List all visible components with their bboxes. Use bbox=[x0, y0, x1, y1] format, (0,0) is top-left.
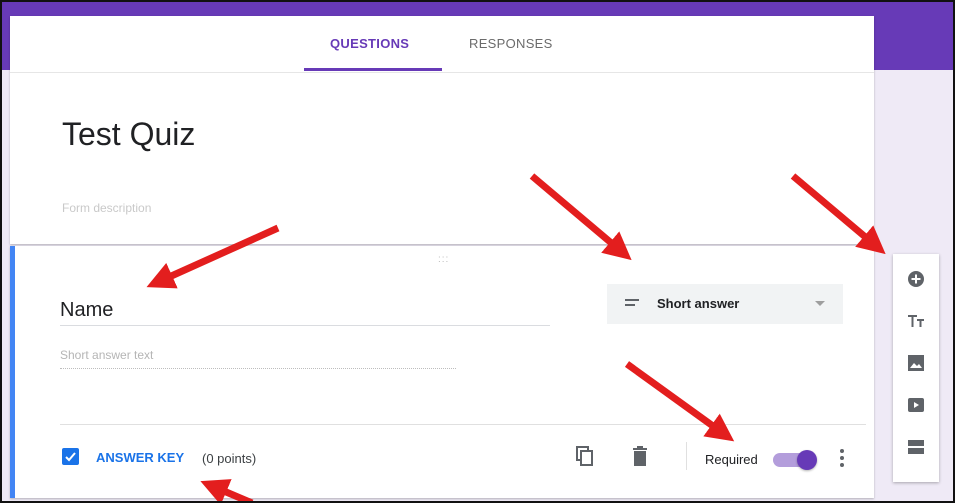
tab-questions[interactable]: QUESTIONS bbox=[330, 36, 409, 51]
add-video-icon[interactable] bbox=[905, 394, 927, 416]
duplicate-icon[interactable] bbox=[576, 446, 594, 466]
tab-bar: QUESTIONS RESPONSES bbox=[10, 16, 874, 73]
answer-key-button[interactable]: ANSWER KEY bbox=[96, 450, 184, 465]
form-header-card: QUESTIONS RESPONSES Test Quiz Form descr… bbox=[10, 16, 874, 244]
question-card[interactable]: ::: Name Short answer Short answer text … bbox=[10, 246, 874, 498]
delete-icon[interactable] bbox=[632, 446, 648, 466]
active-question-indicator bbox=[10, 246, 15, 498]
more-options-icon[interactable] bbox=[839, 449, 845, 469]
question-title-input[interactable]: Name bbox=[60, 296, 550, 326]
required-label: Required bbox=[705, 452, 758, 467]
question-footer-divider bbox=[60, 424, 866, 425]
chevron-down-icon bbox=[815, 301, 825, 306]
points-label: (0 points) bbox=[202, 451, 257, 466]
answer-key-icon[interactable] bbox=[62, 448, 79, 465]
required-toggle[interactable] bbox=[773, 450, 817, 470]
add-title-icon[interactable] bbox=[905, 310, 927, 332]
add-section-icon[interactable] bbox=[905, 436, 927, 458]
question-type-dropdown[interactable]: Short answer bbox=[607, 284, 843, 324]
short-answer-icon bbox=[625, 299, 639, 309]
add-image-icon[interactable] bbox=[905, 352, 927, 374]
side-toolbar bbox=[893, 254, 939, 482]
form-title[interactable]: Test Quiz bbox=[62, 116, 195, 153]
question-type-label: Short answer bbox=[657, 296, 740, 311]
drag-handle-icon[interactable]: ::: bbox=[438, 254, 449, 265]
active-tab-indicator bbox=[304, 68, 442, 71]
footer-divider bbox=[686, 442, 687, 470]
add-question-icon[interactable] bbox=[905, 268, 927, 290]
tab-responses[interactable]: RESPONSES bbox=[469, 36, 553, 51]
short-answer-placeholder: Short answer text bbox=[60, 348, 456, 369]
toggle-knob bbox=[797, 450, 817, 470]
form-description-field[interactable]: Form description bbox=[62, 201, 151, 215]
